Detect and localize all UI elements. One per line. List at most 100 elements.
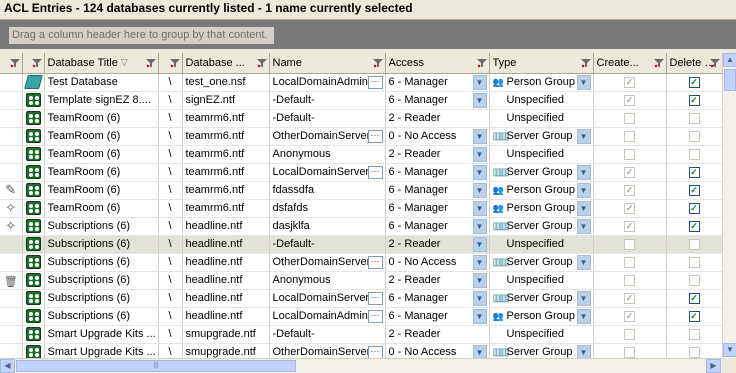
type-cell[interactable]: Unspecified xyxy=(489,109,594,128)
type-dropdown-button[interactable]: ▼ xyxy=(576,182,591,198)
name-cell[interactable]: Anonymous xyxy=(269,145,386,164)
access-dropdown-button[interactable]: ▼ xyxy=(472,164,487,180)
column-filter[interactable] xyxy=(653,57,664,69)
name-cell[interactable]: LocalDomainServers ··· xyxy=(269,289,386,308)
scroll-up-arrow[interactable]: ▲ xyxy=(723,53,736,67)
type-dropdown-button[interactable]: ▼ xyxy=(576,218,591,234)
scroll-left-arrow[interactable]: ◀ xyxy=(0,359,15,373)
table-row[interactable]: ✎ TeamRoom (6) \ teamrm6.ntf fdassdfa 6 - Man… xyxy=(0,181,722,200)
name-lookup-button[interactable]: ··· xyxy=(367,255,383,269)
name-cell[interactable]: -Default- xyxy=(269,109,386,128)
filter-icon[interactable] xyxy=(256,58,267,68)
access-cell[interactable]: 0 - No Access ▼ xyxy=(385,127,490,146)
scroll-down-arrow[interactable]: ▼ xyxy=(723,343,736,357)
column-header-db_title[interactable]: Database Title ▽ xyxy=(44,53,159,74)
name-cell[interactable]: -Default- xyxy=(269,235,386,254)
table-row[interactable]: ✧ TeamRoom (6) \ teamrm6.ntf dsfafds 6 - Mana… xyxy=(0,199,722,218)
filter-icon[interactable] xyxy=(372,58,383,68)
column-filter[interactable] xyxy=(580,57,591,69)
name-cell[interactable]: OtherDomainServers ··· xyxy=(269,343,386,358)
access-cell[interactable]: 6 - Manager ▼ xyxy=(385,163,490,182)
filter-icon[interactable] xyxy=(9,58,20,68)
type-cell[interactable]: ▥▥Server Group ▼ xyxy=(489,289,594,308)
access-cell[interactable]: 6 - Manager ▼ xyxy=(385,289,490,308)
access-dropdown-button[interactable]: ▼ xyxy=(472,344,487,358)
type-dropdown-button[interactable]: ▼ xyxy=(576,344,591,358)
name-lookup-button[interactable]: ··· xyxy=(367,129,383,143)
column-header-db_file[interactable]: Database ... xyxy=(182,53,270,74)
column-header-name[interactable]: Name xyxy=(269,53,386,74)
access-cell[interactable]: 6 - Manager ▼ xyxy=(385,217,490,236)
delete-documents-checkbox[interactable]: ✓ xyxy=(688,184,700,196)
table-row[interactable]: 🗑 Subscriptions (6) \ headline.ntf Anonymous… xyxy=(0,271,722,290)
filter-icon[interactable] xyxy=(31,58,42,68)
name-cell[interactable]: LocalDomainAdmins ··· xyxy=(269,73,386,92)
column-filter[interactable] xyxy=(372,57,383,69)
table-row[interactable]: Template signEZ 8.... \ signEZ.ntf -Default… xyxy=(0,91,722,110)
name-lookup-button[interactable]: ··· xyxy=(367,165,383,179)
name-lookup-button[interactable]: ··· xyxy=(367,291,383,305)
table-row[interactable]: Subscriptions (6) \ headline.ntf OtherDomai… xyxy=(0,253,722,272)
name-cell[interactable]: LocalDomainServers ··· xyxy=(269,163,386,182)
access-dropdown-button[interactable]: ▼ xyxy=(472,290,487,306)
access-dropdown-button[interactable]: ▼ xyxy=(472,92,487,108)
access-cell[interactable]: 6 - Manager ▼ xyxy=(385,307,490,326)
column-filter[interactable] xyxy=(256,57,267,69)
type-dropdown-button[interactable]: ▼ xyxy=(576,74,591,90)
filter-icon[interactable] xyxy=(653,58,664,68)
type-dropdown-button[interactable]: ▼ xyxy=(576,290,591,306)
access-cell[interactable]: 6 - Manager ▼ xyxy=(385,73,490,92)
access-dropdown-button[interactable]: ▼ xyxy=(472,200,487,216)
access-dropdown-button[interactable]: ▼ xyxy=(472,74,487,90)
type-dropdown-button[interactable]: ▼ xyxy=(576,308,591,324)
column-header-type[interactable]: Type xyxy=(489,53,594,74)
type-dropdown-button[interactable]: ▼ xyxy=(576,254,591,270)
access-cell[interactable]: 0 - No Access ▼ xyxy=(385,253,490,272)
name-lookup-button[interactable]: ··· xyxy=(367,309,383,323)
column-header-icon[interactable] xyxy=(22,53,45,74)
type-cell[interactable]: ▥▥Server Group ▼ xyxy=(489,127,594,146)
type-cell[interactable]: Unspecified xyxy=(489,325,594,344)
type-cell[interactable]: 👥 Person Group ▼ xyxy=(489,181,594,200)
access-cell[interactable]: 6 - Manager ▼ xyxy=(385,199,490,218)
table-row[interactable]: Subscriptions (6) \ headline.ntf LocalDomai… xyxy=(0,307,722,326)
column-header-sep[interactable] xyxy=(158,53,183,74)
access-cell[interactable]: 2 - Reader ▼ xyxy=(385,271,490,290)
type-cell[interactable]: 👥 Person Group ▼ xyxy=(489,73,594,92)
access-dropdown-button[interactable]: ▼ xyxy=(472,308,487,324)
type-cell[interactable]: Unspecified xyxy=(489,91,594,110)
delete-documents-checkbox[interactable]: ✓ xyxy=(688,202,700,214)
table-row[interactable]: TeamRoom (6) \ teamrm6.ntf Anonymous 2 - Rea… xyxy=(0,145,722,164)
access-cell[interactable]: 2 - Reader ▼ xyxy=(385,145,490,164)
type-dropdown-button[interactable]: ▼ xyxy=(576,128,591,144)
delete-documents-checkbox[interactable]: ✓ xyxy=(688,94,700,106)
column-filter[interactable] xyxy=(9,57,20,69)
name-cell[interactable]: -Default- xyxy=(269,325,386,344)
type-cell[interactable]: 👥 Person Group ▼ xyxy=(489,199,594,218)
delete-documents-checkbox[interactable]: ✓ xyxy=(688,76,700,88)
access-cell[interactable]: 6 - Manager ▼ xyxy=(385,181,490,200)
delete-documents-checkbox[interactable]: ✓ xyxy=(688,292,700,304)
name-cell[interactable]: -Default- xyxy=(269,91,386,110)
table-row[interactable]: TeamRoom (6) \ teamrm6.ntf -Default- 2 - Rea… xyxy=(0,109,722,128)
name-cell[interactable]: OtherDomainServers ··· xyxy=(269,253,386,272)
column-filter[interactable] xyxy=(476,57,487,69)
table-row[interactable]: Smart Upgrade Kits ... \ smupgrade.ntf -Def… xyxy=(0,325,722,344)
access-cell[interactable]: 2 - Reader xyxy=(385,109,490,128)
group-by-panel[interactable]: Drag a column header here to group by th… xyxy=(0,20,736,49)
access-dropdown-button[interactable]: ▼ xyxy=(472,218,487,234)
name-cell[interactable]: LocalDomainAdmins ··· xyxy=(269,307,386,326)
access-cell[interactable]: 2 - Reader xyxy=(385,325,490,344)
vertical-scroll-thumb[interactable] xyxy=(724,69,736,91)
type-cell[interactable]: 👥 Person Group ▼ xyxy=(489,307,594,326)
type-dropdown-button[interactable]: ▼ xyxy=(576,200,591,216)
type-cell[interactable]: ▥▥Server Group ▼ xyxy=(489,217,594,236)
name-cell[interactable]: dasjklfa xyxy=(269,217,386,236)
column-header-marker[interactable] xyxy=(0,53,23,74)
access-dropdown-button[interactable]: ▼ xyxy=(472,236,487,252)
table-row[interactable]: Test Database \ test_one.nsf LocalDomainAdm… xyxy=(0,73,722,92)
access-dropdown-button[interactable]: ▼ xyxy=(472,182,487,198)
table-row[interactable]: Subscriptions (6) \ headline.ntf LocalDomai… xyxy=(0,289,722,308)
type-cell[interactable]: ▥▥Server Group ▼ xyxy=(489,343,594,358)
filter-icon[interactable] xyxy=(580,58,591,68)
